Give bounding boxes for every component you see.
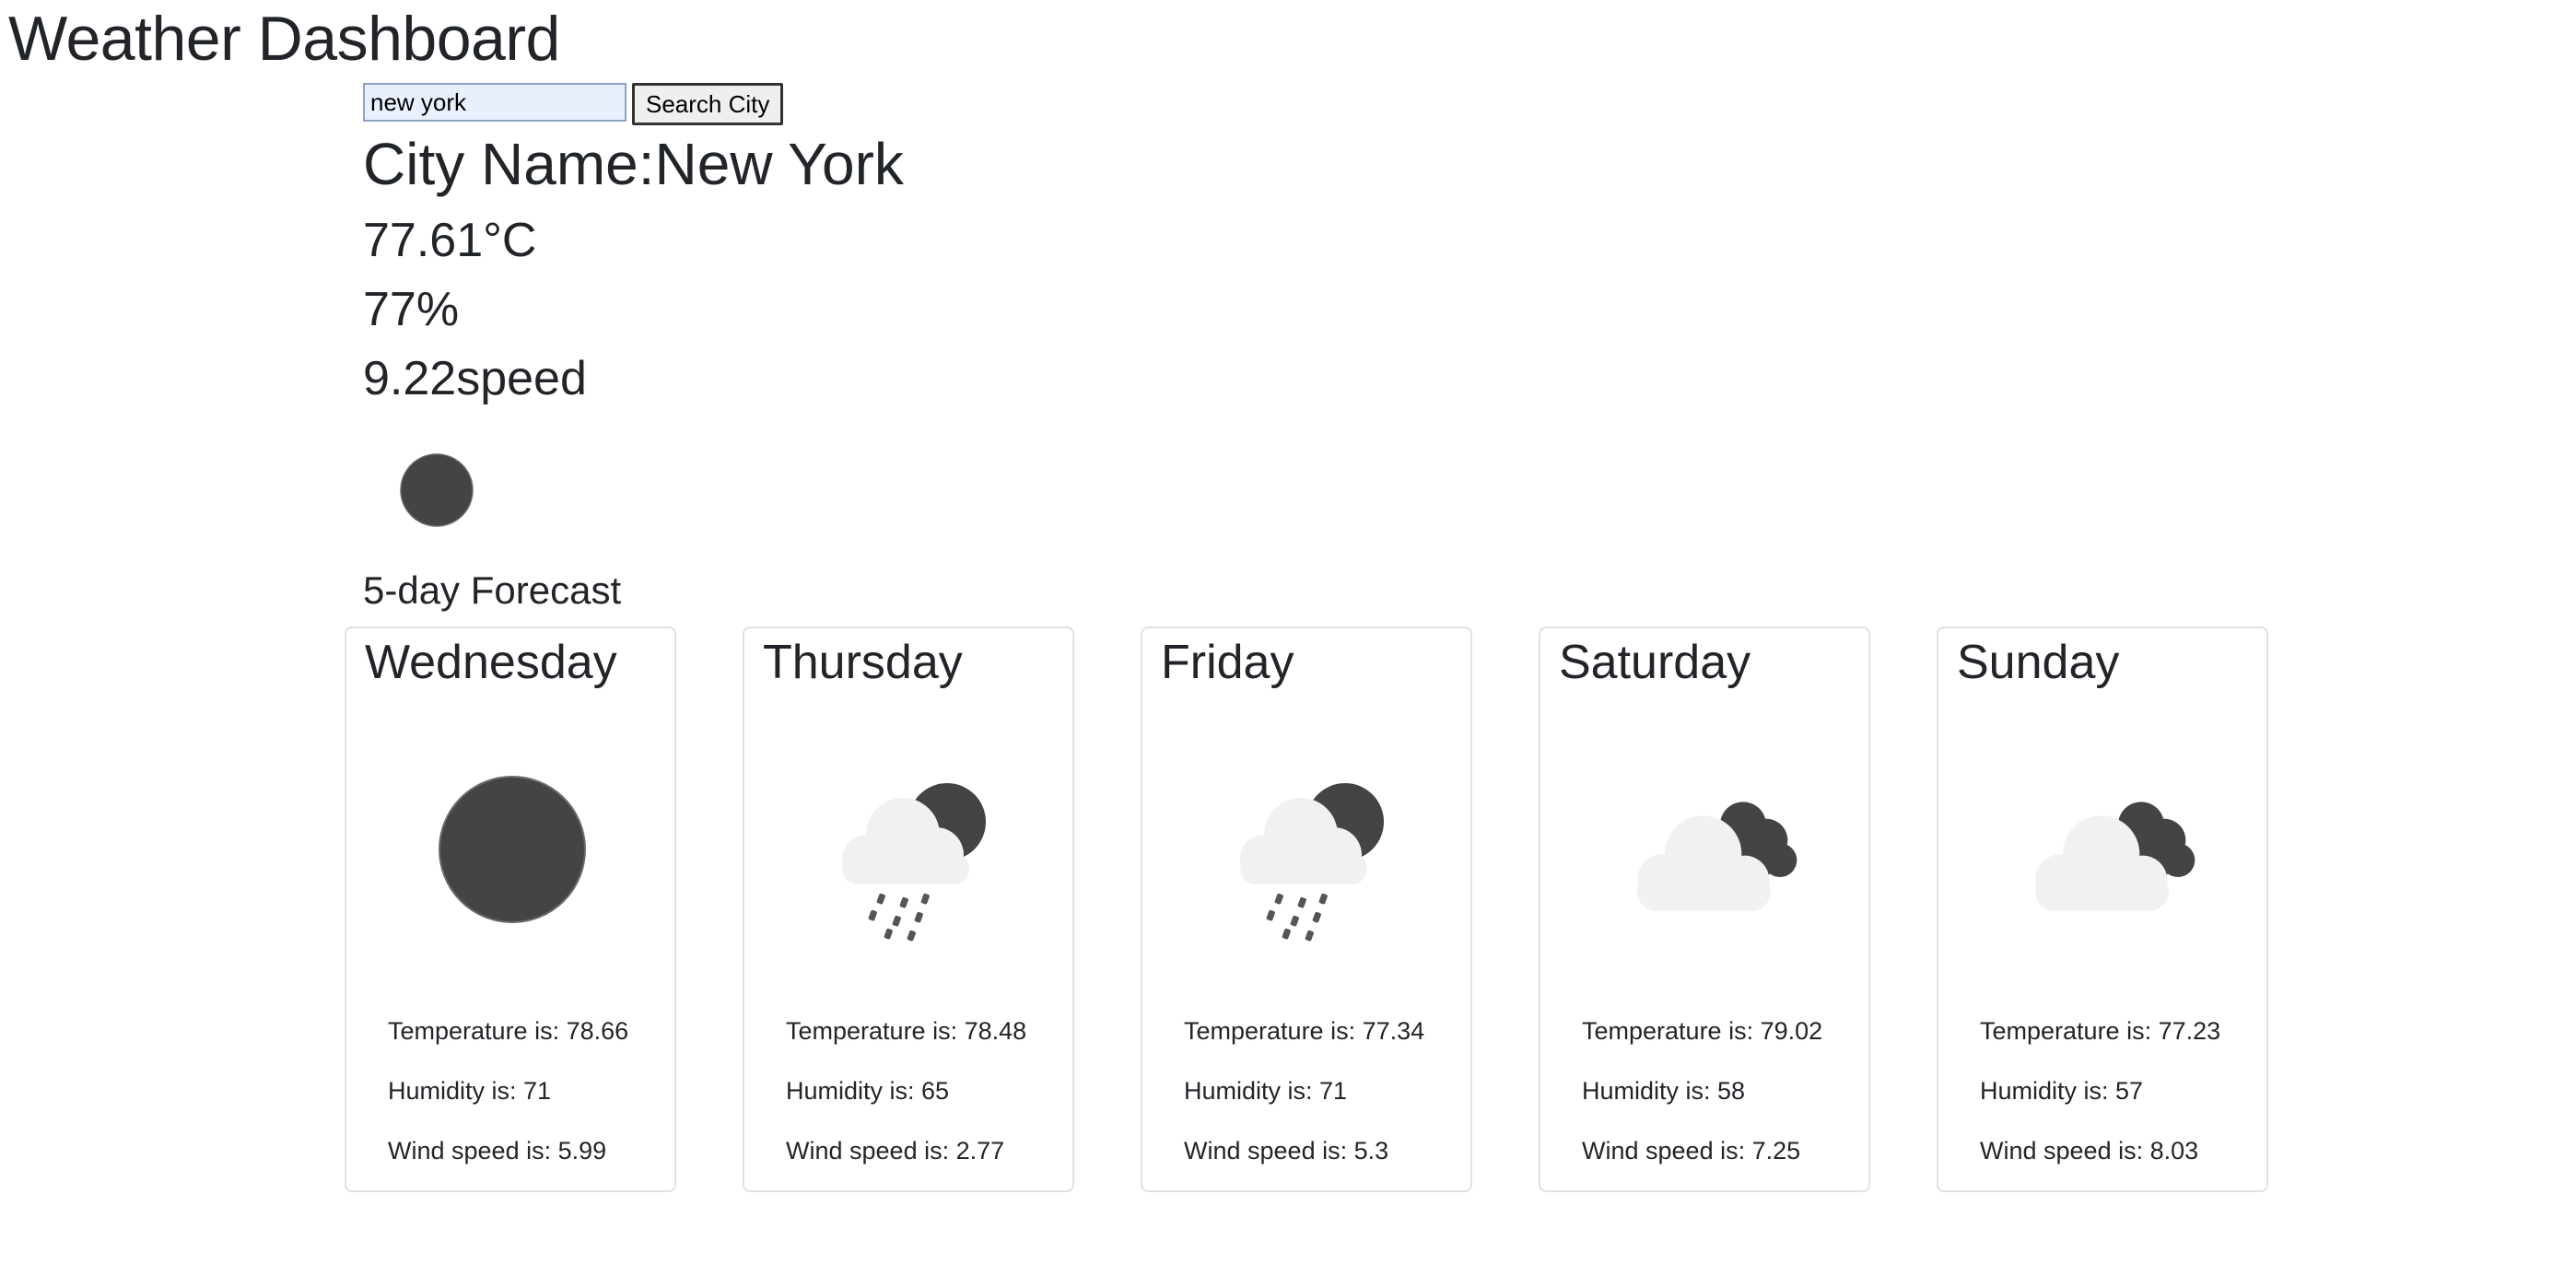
forecast-title: 5-day Forecast — [363, 568, 622, 612]
forecast-temperature: Temperature is: 78.48 — [786, 1017, 1027, 1045]
forecast-temperature: Temperature is: 77.34 — [1184, 1017, 1425, 1045]
forecast-card: Friday Temperature is: 77.34 Humidity is… — [1141, 626, 1472, 1192]
forecast-wind-speed: Wind speed is: 8.03 — [1980, 1137, 2199, 1165]
forecast-temperature: Temperature is: 79.02 — [1582, 1017, 1823, 1045]
night-rain-icon — [1216, 757, 1400, 942]
broken-clouds-icon — [1614, 757, 1798, 942]
current-humidity: 77% — [363, 283, 460, 336]
forecast-card: Thursday Temperature is: 78.48 Humidity … — [743, 626, 1074, 1192]
night-rain-icon — [818, 757, 1002, 942]
clear-night-icon — [400, 453, 474, 527]
forecast-humidity: Humidity is: 71 — [1184, 1077, 1348, 1105]
page-title: Weather Dashboard — [8, 4, 560, 74]
broken-clouds-icon — [2012, 757, 2196, 942]
forecast-card: Saturday Temperature is: 79.02 Humidity … — [1539, 626, 1870, 1192]
clear-night-icon — [420, 757, 604, 942]
forecast-day: Saturday — [1559, 636, 1751, 689]
current-wind-speed: 9.22speed — [363, 352, 587, 405]
forecast-humidity: Humidity is: 58 — [1582, 1077, 1746, 1105]
forecast-wind-speed: Wind speed is: 2.77 — [786, 1137, 1005, 1165]
forecast-card: Sunday Temperature is: 77.23 Humidity is… — [1937, 626, 2268, 1192]
forecast-day: Wednesday — [365, 636, 617, 689]
forecast-temperature: Temperature is: 78.66 — [388, 1017, 629, 1045]
forecast-wind-speed: Wind speed is: 5.3 — [1184, 1137, 1389, 1165]
forecast-day: Friday — [1161, 636, 1294, 689]
forecast-day: Thursday — [763, 636, 963, 689]
forecast-humidity: Humidity is: 71 — [388, 1077, 552, 1105]
forecast-card: Wednesday Temperature is: 78.66 Humidity… — [345, 626, 676, 1192]
forecast-day: Sunday — [1957, 636, 2120, 689]
forecast-wind-speed: Wind speed is: 5.99 — [388, 1137, 607, 1165]
current-temperature: 77.61°C — [363, 214, 537, 267]
current-city-name: City Name:New York — [363, 131, 904, 197]
forecast-humidity: Humidity is: 65 — [786, 1077, 950, 1105]
forecast-wind-speed: Wind speed is: 7.25 — [1582, 1137, 1801, 1165]
forecast-cards: Wednesday Temperature is: 78.66 Humidity… — [345, 626, 2268, 1192]
search-city-button[interactable]: Search City — [632, 83, 784, 125]
search-input[interactable] — [363, 83, 626, 122]
forecast-humidity: Humidity is: 57 — [1980, 1077, 2144, 1105]
forecast-temperature: Temperature is: 77.23 — [1980, 1017, 2221, 1045]
search-form: Search City — [363, 83, 784, 125]
